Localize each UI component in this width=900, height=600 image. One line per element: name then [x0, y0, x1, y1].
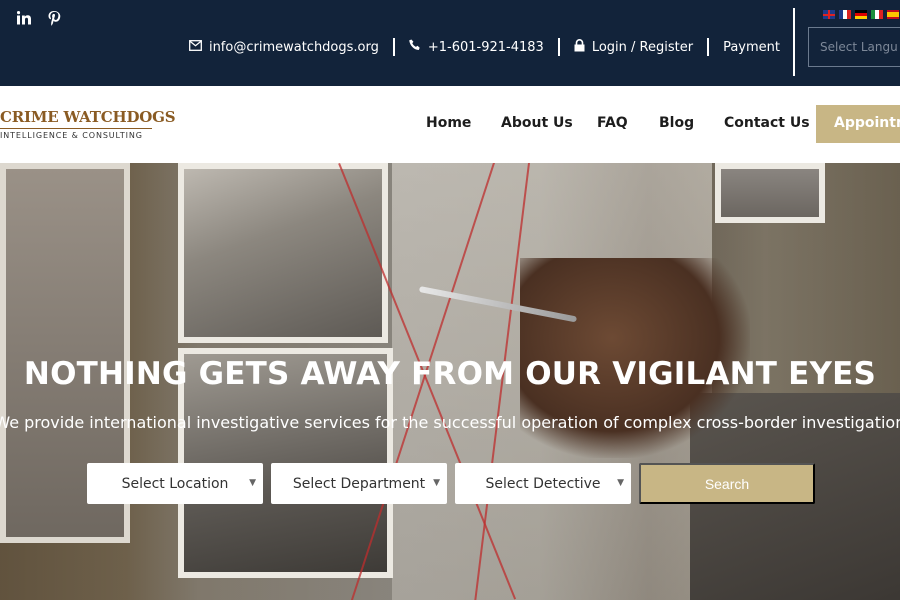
french-flag-icon[interactable]	[839, 10, 851, 19]
nav-item-blog[interactable]: Blog	[659, 115, 694, 131]
location-select-label: Select Location	[121, 475, 229, 492]
hero-background-photo	[178, 163, 388, 343]
nav-item-contact-us[interactable]: Contact Us	[724, 115, 810, 131]
detective-select[interactable]: Select Detective ▼	[455, 463, 631, 504]
detective-select-label: Select Detective	[485, 475, 601, 492]
department-select-label: Select Department	[292, 475, 426, 492]
linkedin-icon[interactable]	[16, 10, 32, 26]
divider	[793, 8, 795, 76]
phone-link[interactable]: +1-601-921-4183	[409, 39, 544, 55]
envelope-icon	[189, 39, 202, 55]
hero-title: NOTHING GETS AWAY FROM OUR VIGILANT EYES	[23, 356, 877, 392]
language-select-placeholder: Select Langu	[820, 40, 898, 54]
login-register-link[interactable]: Login / Register	[574, 38, 694, 56]
payment-link[interactable]: Payment	[723, 40, 780, 55]
caret-down-icon: ▼	[433, 478, 440, 488]
nav-item-about-us[interactable]: About Us	[501, 115, 573, 131]
language-select[interactable]: Select Langu	[808, 27, 900, 67]
divider	[392, 38, 395, 56]
hero-background-photo	[715, 163, 825, 223]
top-bar: info@crimewatchdogs.org +1-601-921-4183 …	[0, 0, 900, 86]
nav-item-home[interactable]: Home	[426, 115, 471, 131]
contact-info: info@crimewatchdogs.org +1-601-921-4183 …	[189, 36, 780, 58]
logo-subtitle: INTELLIGENCE & CONSULTING	[0, 131, 143, 140]
german-flag-icon[interactable]	[855, 10, 867, 19]
divider	[557, 38, 560, 56]
caret-down-icon: ▼	[249, 478, 256, 488]
location-select[interactable]: Select Location ▼	[87, 463, 263, 504]
hero-subtitle: We provide international investigative s…	[0, 413, 900, 432]
language-flags	[823, 10, 899, 19]
email-link[interactable]: info@crimewatchdogs.org	[189, 40, 379, 55]
hero-section: NOTHING GETS AWAY FROM OUR VIGILANT EYES…	[0, 163, 900, 600]
department-select[interactable]: Select Department ▼	[271, 463, 447, 504]
caret-down-icon: ▼	[617, 478, 624, 488]
email-text: info@crimewatchdogs.org	[208, 39, 379, 55]
payment-text: Payment	[723, 39, 780, 55]
social-links	[16, 10, 62, 26]
italian-flag-icon[interactable]	[871, 10, 883, 19]
lock-icon	[574, 38, 585, 56]
main-navbar: CRIME WATCHDOGS INTELLIGENCE & CONSULTIN…	[0, 86, 900, 163]
search-button[interactable]: Search	[639, 463, 815, 504]
appointment-button[interactable]: Appointm	[816, 105, 900, 143]
logo-divider	[0, 128, 152, 129]
logo-title: CRIME WATCHDOGS	[0, 108, 176, 126]
phone-text: +1-601-921-4183	[427, 39, 544, 55]
divider	[707, 38, 710, 56]
spanish-flag-icon[interactable]	[887, 10, 899, 19]
nav-item-faq[interactable]: FAQ	[597, 115, 628, 131]
site-logo[interactable]: CRIME WATCHDOGS INTELLIGENCE & CONSULTIN…	[0, 108, 176, 140]
phone-icon	[409, 39, 421, 55]
english-flag-icon[interactable]	[823, 10, 835, 19]
pinterest-icon[interactable]	[46, 10, 62, 26]
login-register-text: Login / Register	[591, 39, 694, 55]
